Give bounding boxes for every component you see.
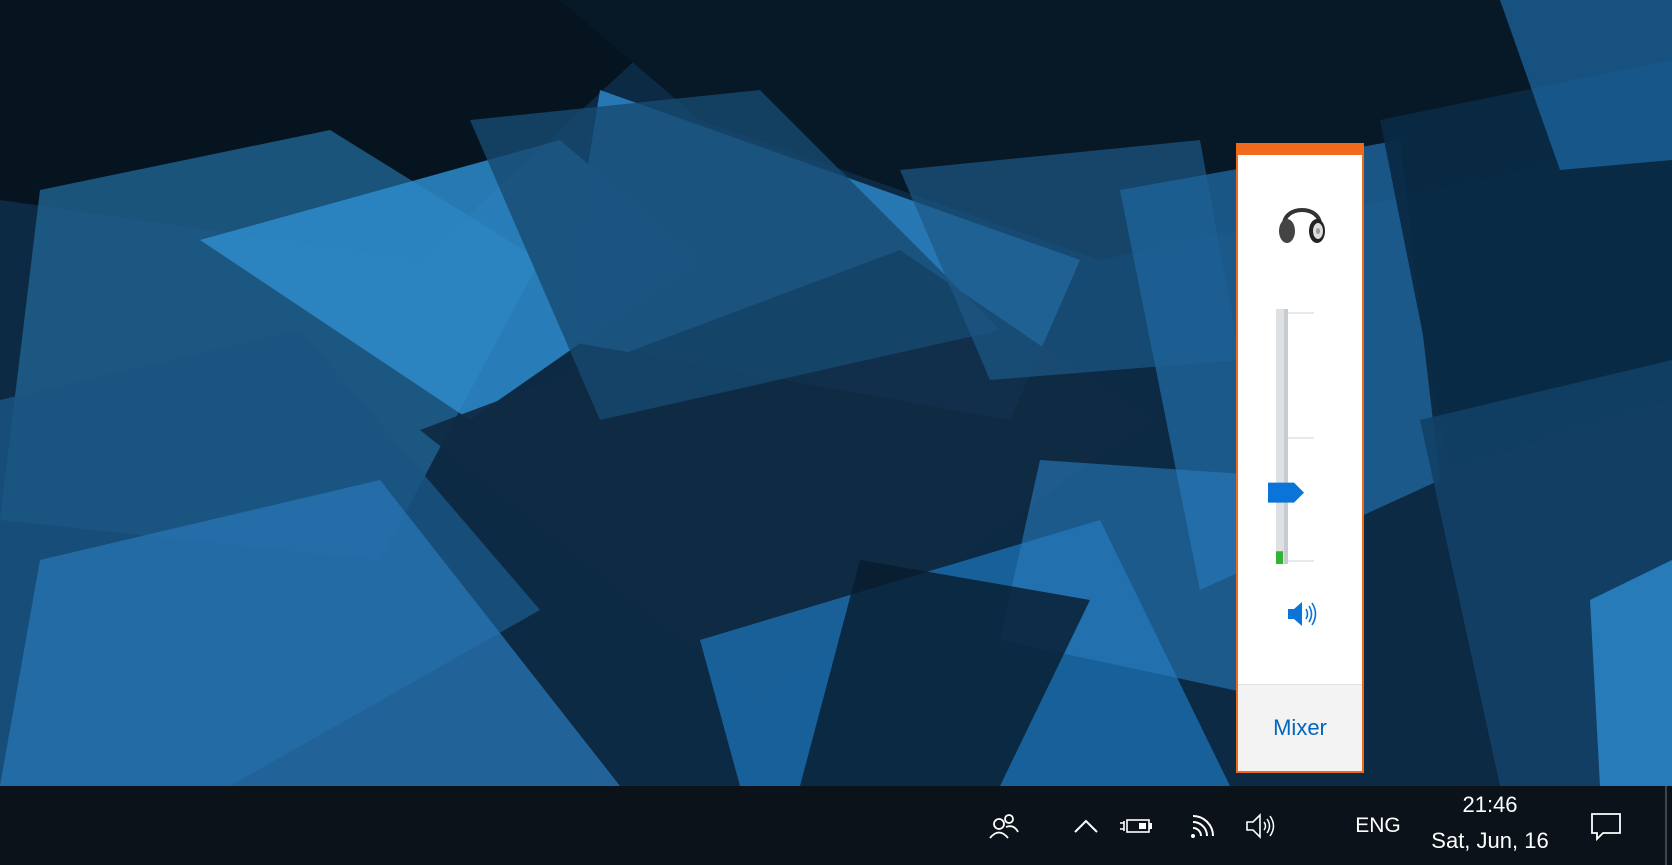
clock-date: Sat, Jun, 16 bbox=[1431, 828, 1549, 853]
mixer-link[interactable]: Mixer bbox=[1238, 715, 1362, 741]
volume-slider[interactable] bbox=[1268, 303, 1338, 573]
volume-slider-thumb bbox=[1268, 482, 1304, 503]
volume-track-shade bbox=[1284, 309, 1288, 564]
wifi-icon[interactable] bbox=[1180, 786, 1226, 865]
taskbar-clock[interactable]: 21:46 Sat, Jun, 16 bbox=[1415, 786, 1565, 865]
volume-flyout: Mixer bbox=[1236, 143, 1364, 773]
language-indicator[interactable]: ENG bbox=[1345, 786, 1411, 865]
show-desktop-button[interactable] bbox=[1665, 786, 1672, 865]
action-center-icon[interactable] bbox=[1578, 786, 1634, 865]
speaker-icon[interactable] bbox=[1238, 786, 1284, 865]
people-icon[interactable] bbox=[980, 786, 1028, 865]
desktop-wallpaper bbox=[0, 0, 1672, 786]
battery-charging-icon[interactable] bbox=[1112, 786, 1162, 865]
speaker-volume-icon[interactable] bbox=[1284, 596, 1320, 632]
chevron-up-icon[interactable] bbox=[1062, 786, 1110, 865]
clock-time: 21:46 bbox=[1462, 792, 1518, 817]
headphones-icon[interactable] bbox=[1274, 193, 1330, 249]
taskbar: ENG 21:46 Sat, Jun, 16 bbox=[0, 786, 1672, 865]
audio-level-meter bbox=[1276, 551, 1283, 564]
mixer-footer: Mixer bbox=[1238, 684, 1362, 771]
